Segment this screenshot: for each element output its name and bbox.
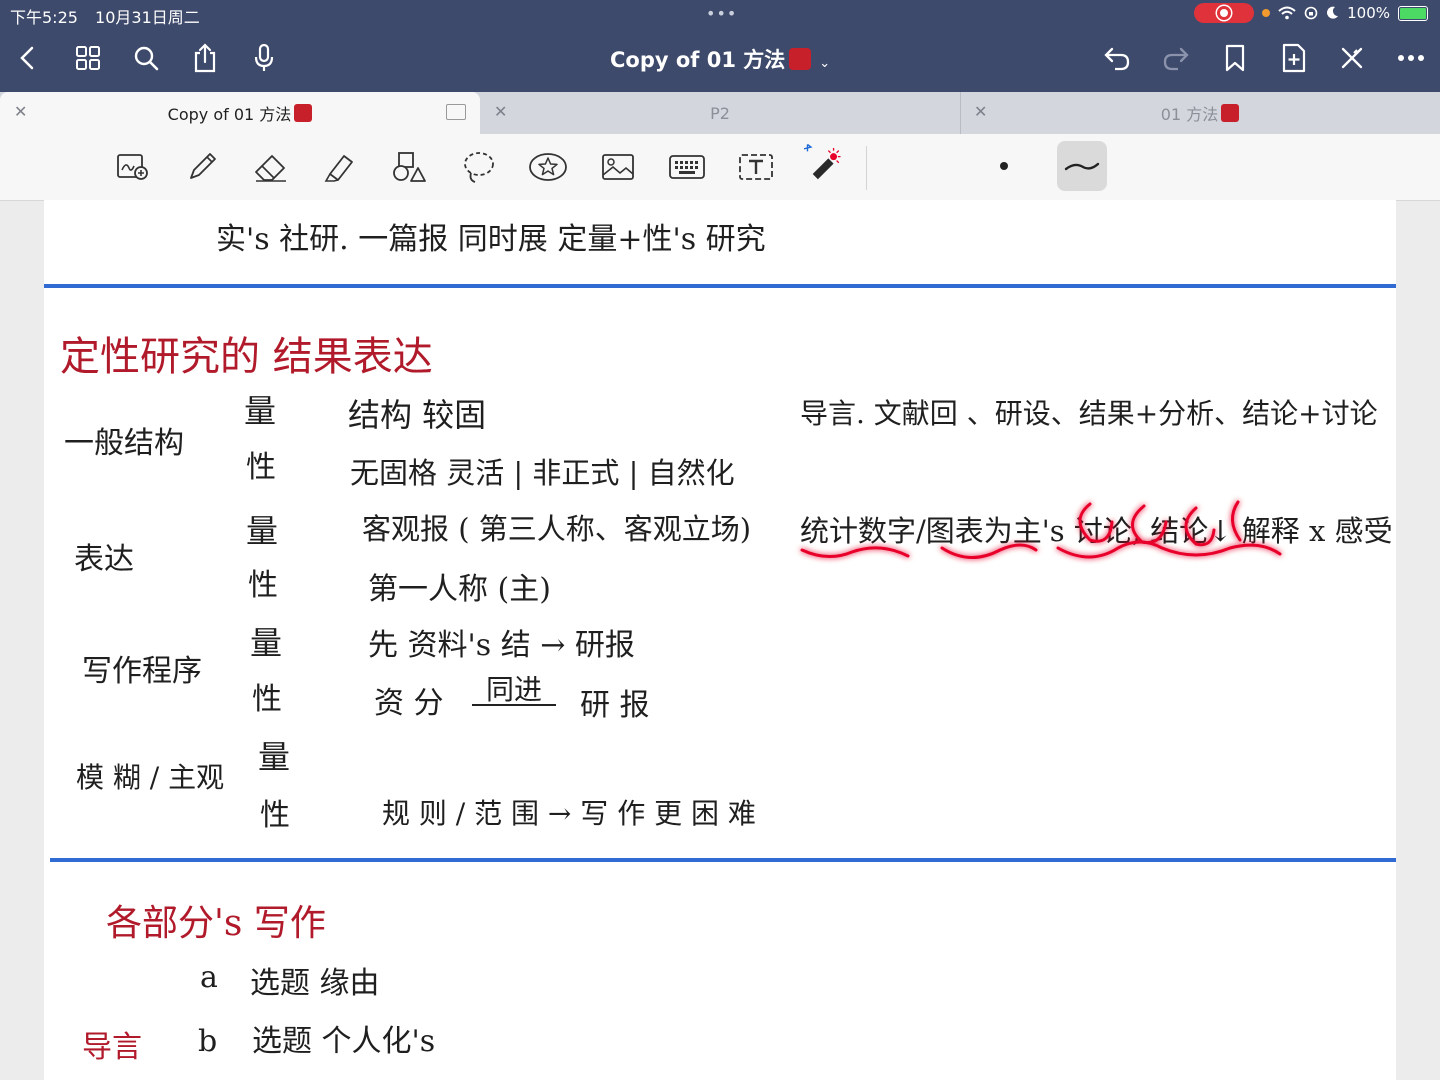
back-icon[interactable] bbox=[12, 42, 44, 74]
status-indicators: 100% bbox=[1194, 2, 1428, 24]
qual-mark: 性 bbox=[246, 450, 276, 485]
redo-icon[interactable] bbox=[1160, 42, 1192, 74]
microphone-icon[interactable] bbox=[248, 42, 280, 74]
image-icon[interactable] bbox=[598, 148, 638, 186]
add-page-icon[interactable] bbox=[1278, 42, 1310, 74]
close-tab-icon[interactable]: ✕ bbox=[974, 102, 987, 121]
more-options-icon[interactable] bbox=[1395, 42, 1427, 74]
close-tab-icon[interactable]: ✕ bbox=[494, 102, 507, 121]
tab-label: Copy of 01 方法 bbox=[167, 105, 292, 124]
underline bbox=[472, 704, 556, 706]
sub-label: 导言 bbox=[82, 1030, 142, 1065]
qual-note-end: 研 报 bbox=[580, 688, 650, 723]
stroke-style-icon[interactable] bbox=[1057, 141, 1107, 191]
chevron-down-icon[interactable]: ⌄ bbox=[819, 56, 830, 71]
multitask-dots[interactable]: ••• bbox=[706, 4, 737, 23]
quant-mark: 量 bbox=[250, 624, 283, 662]
pen-thickness-dot-icon[interactable] bbox=[1000, 162, 1008, 170]
close-tab-icon[interactable]: ✕ bbox=[14, 102, 27, 121]
row-label: 写作程序 bbox=[82, 654, 202, 689]
text-box-icon[interactable] bbox=[736, 148, 776, 186]
phone-emoji-icon bbox=[294, 104, 313, 122]
status-time: 下午5:25 bbox=[10, 8, 78, 27]
moon-icon bbox=[1327, 6, 1339, 19]
elements-sticker-icon[interactable] bbox=[528, 148, 568, 186]
document-title[interactable]: Copy of 01 方法 ⌄ bbox=[610, 44, 830, 74]
row-label: 模 糊 / 主观 bbox=[76, 761, 225, 794]
item-text: 选题 缘由 bbox=[250, 966, 380, 1001]
qual-mark: 性 bbox=[252, 682, 282, 717]
tab-bar: ✕ Copy of 01 方法 ✕ P2 ✕ 01 方法 bbox=[0, 92, 1440, 134]
tab-label: P2 bbox=[710, 103, 730, 123]
quant-note: 客观报 ( 第三人称、客观立场) bbox=[362, 512, 752, 546]
qual-mark: 性 bbox=[248, 568, 278, 603]
thumbnails-grid-icon[interactable] bbox=[72, 42, 104, 74]
handwritten-line: 实's 社研. 一篇报 同时展 定量+性's 研究 bbox=[216, 222, 766, 257]
toolbar-divider bbox=[866, 146, 867, 190]
tab-label: 01 方法 bbox=[1160, 105, 1219, 124]
quant-note: 结构 较固 bbox=[348, 396, 487, 434]
phone-emoji-icon bbox=[1221, 104, 1240, 122]
item-marker: b bbox=[198, 1024, 218, 1059]
qual-note: 无固格 灵活 | 非正式 | 自然化 bbox=[350, 456, 735, 490]
status-datetime: 下午5:25 10月31日周二 bbox=[10, 4, 212, 28]
section-title: 定性研究的 结果表达 bbox=[60, 334, 433, 380]
shapes-icon[interactable] bbox=[389, 148, 429, 186]
battery-percent: 100% bbox=[1347, 4, 1390, 22]
zoom-window-icon[interactable] bbox=[113, 148, 153, 186]
notebook-page[interactable]: 实's 社研. 一篇报 同时展 定量+性's 研究 定性研究的 结果表达 一般结… bbox=[44, 200, 1396, 1080]
quant-note: 先 资料's 结 → 研报 bbox=[368, 628, 635, 663]
quant-mark: 量 bbox=[258, 738, 291, 776]
tab-copy-of-01[interactable]: ✕ Copy of 01 方法 bbox=[0, 92, 480, 134]
laser-pointer-icon[interactable] bbox=[804, 142, 844, 180]
qual-note-mid: 同进 bbox=[486, 673, 543, 706]
section-divider bbox=[44, 284, 1396, 288]
drawing-toolbar bbox=[0, 134, 1440, 201]
document-title-text: Copy of 01 方法 bbox=[610, 48, 786, 72]
status-date: 10月31日周二 bbox=[95, 8, 200, 27]
eraser-icon[interactable] bbox=[251, 148, 291, 186]
battery-icon bbox=[1398, 5, 1428, 21]
quant-mark: 量 bbox=[244, 392, 277, 430]
keyboard-icon[interactable] bbox=[667, 148, 707, 186]
row-label: 一般结构 bbox=[64, 426, 184, 461]
rotation-lock-icon bbox=[1304, 6, 1318, 20]
qual-note: 规 则 / 范 围 → 写 作 更 困 难 bbox=[382, 797, 756, 830]
tab-p2[interactable]: ✕ P2 bbox=[480, 92, 960, 134]
phone-emoji-icon bbox=[789, 48, 812, 70]
right-note: 导言. 文献回 、研设、结果+分析、结论+讨论 bbox=[800, 397, 1378, 430]
qual-mark: 性 bbox=[260, 798, 290, 833]
wifi-icon bbox=[1278, 6, 1296, 20]
bookmark-icon[interactable] bbox=[1219, 42, 1251, 74]
highlighter-icon[interactable] bbox=[320, 148, 360, 186]
lasso-icon[interactable] bbox=[459, 148, 499, 186]
item-marker: a bbox=[200, 960, 218, 995]
pen-icon[interactable] bbox=[182, 148, 222, 186]
close-pen-icon[interactable] bbox=[1336, 42, 1368, 74]
tab-01-method[interactable]: ✕ 01 方法 bbox=[960, 92, 1440, 134]
split-view-icon[interactable] bbox=[446, 104, 466, 120]
highlighted-note: 统计数字/图表为主's 讨论, 结论↓ 解释 x 感受 bbox=[800, 500, 1393, 570]
section-divider bbox=[50, 858, 1396, 862]
qual-note: 第一人称 (主) bbox=[368, 572, 551, 607]
top-bar: 下午5:25 10月31日周二 ••• 100% Copy of 01 方法 ⌄ bbox=[0, 0, 1440, 92]
undo-icon[interactable] bbox=[1101, 42, 1133, 74]
row-label: 表达 bbox=[74, 542, 134, 577]
qual-note: 资 分 bbox=[374, 686, 444, 721]
item-text: 选题 个人化's bbox=[252, 1024, 436, 1059]
mic-indicator-icon bbox=[1262, 9, 1271, 17]
section-title: 各部分's 写作 bbox=[106, 903, 326, 944]
quant-mark: 量 bbox=[246, 512, 279, 550]
screen-record-icon[interactable] bbox=[1194, 3, 1255, 23]
red-glow-scribble bbox=[800, 500, 1282, 560]
search-icon[interactable] bbox=[130, 42, 162, 74]
share-icon[interactable] bbox=[189, 42, 221, 74]
